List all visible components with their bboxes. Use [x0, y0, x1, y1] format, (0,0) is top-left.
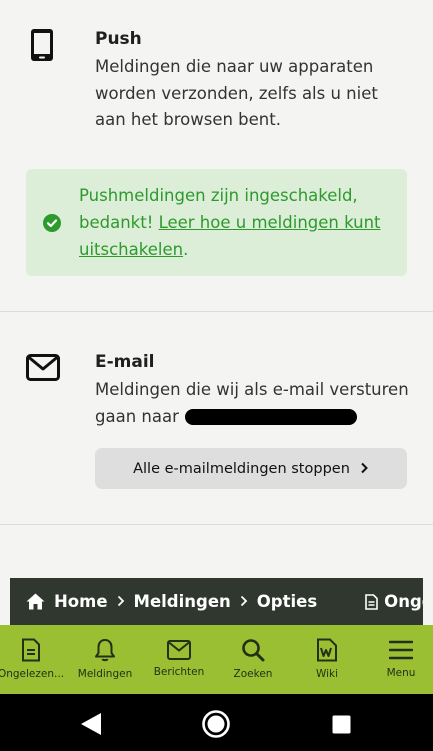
stop-email-label: Alle e-mailmeldingen stoppen: [133, 460, 350, 477]
nav-notifications[interactable]: Meldingen: [68, 625, 142, 694]
recent-apps-icon[interactable]: [332, 715, 351, 738]
push-alert-message: Pushmeldingen zijn ingeschakeld, bedankt…: [79, 182, 399, 263]
nav-unread[interactable]: Ongelezen...: [0, 625, 68, 694]
nav-search[interactable]: Zoeken: [216, 625, 290, 694]
nav-label: Meldingen: [77, 668, 133, 680]
document-icon: [22, 638, 40, 662]
bell-icon: [95, 639, 115, 662]
breadcrumb: Home Meldingen Opties Ongelezen: [10, 578, 423, 625]
nav-label: Menu: [386, 667, 416, 679]
nav-messages[interactable]: Berichten: [142, 625, 216, 694]
chevron-right-icon: [360, 459, 369, 478]
push-alert-suffix: .: [183, 240, 189, 259]
breadcrumb-unread-link[interactable]: Ongelezen: [384, 592, 423, 611]
push-section: Push Meldingen die naar uw apparaten wor…: [0, 0, 433, 312]
nav-label: Wiki: [315, 668, 339, 680]
redacted-email-address: [184, 409, 357, 425]
document-icon: [365, 593, 378, 610]
nav-menu[interactable]: Menu: [364, 625, 433, 694]
chevron-right-icon: [240, 593, 248, 611]
check-circle-icon: [43, 214, 61, 232]
envelope-icon: [26, 354, 60, 385]
nav-label: Berichten: [153, 666, 205, 678]
nav-wiki[interactable]: Wiki: [290, 625, 364, 694]
email-title: E-mail: [95, 352, 155, 372]
smartphone-icon: [30, 28, 54, 66]
email-section: E-mail Meldingen die wij als e-mail vers…: [0, 313, 433, 525]
breadcrumb-home[interactable]: Home: [54, 592, 108, 611]
search-icon: [242, 639, 265, 662]
push-description: Meldingen die naar uw apparaten worden v…: [95, 57, 378, 129]
home-button-icon[interactable]: [202, 710, 230, 742]
bottom-navigation: Ongelezen... Meldingen Berichten Zoeken …: [0, 625, 433, 694]
nav-label: Ongelezen...: [0, 668, 65, 680]
breadcrumb-meldingen[interactable]: Meldingen: [134, 592, 231, 611]
push-title: Push: [95, 29, 142, 49]
home-icon[interactable]: [26, 593, 45, 610]
chevron-right-icon: [117, 593, 125, 611]
system-navigation-bar: [0, 694, 433, 751]
nav-label: Zoeken: [233, 668, 273, 680]
back-icon[interactable]: [80, 712, 102, 740]
envelope-icon: [167, 640, 191, 660]
menu-icon: [389, 640, 413, 660]
breadcrumb-opties: Opties: [256, 592, 318, 611]
wiki-icon: [317, 638, 337, 662]
email-description: Meldingen die wij als e-mail versturen g…: [95, 377, 415, 430]
push-enabled-alert: Pushmeldingen zijn ingeschakeld, bedankt…: [26, 169, 407, 276]
stop-all-email-button[interactable]: Alle e-mailmeldingen stoppen: [95, 448, 407, 489]
